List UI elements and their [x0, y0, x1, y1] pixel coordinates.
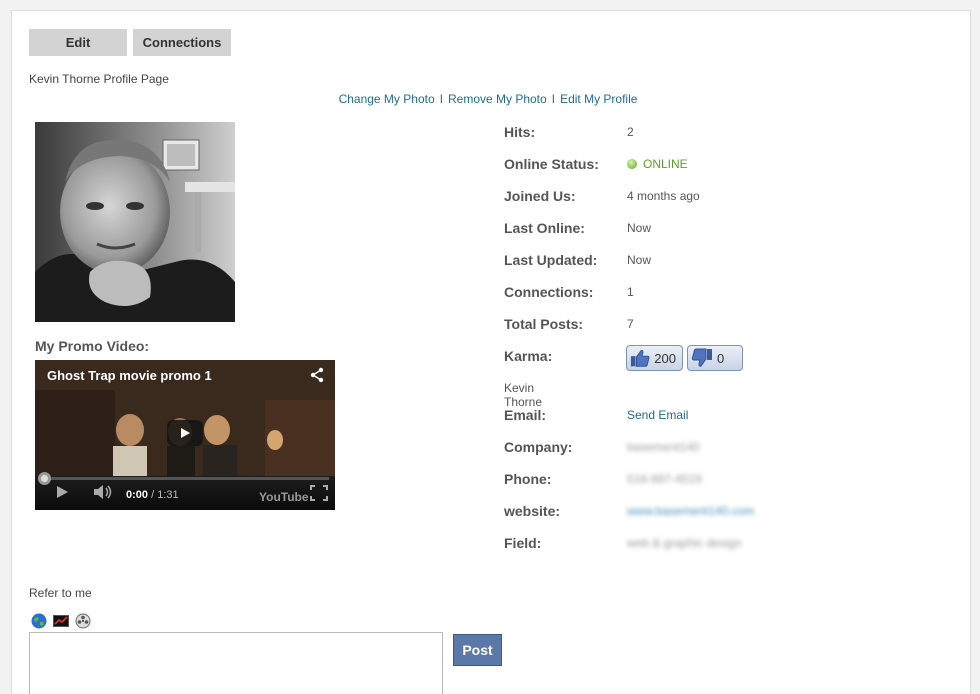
- share-icon[interactable]: [309, 367, 325, 383]
- profile-photo: [35, 122, 235, 322]
- thumbs-up-icon: [630, 349, 650, 367]
- karma-up-count: 200: [654, 350, 676, 366]
- last-updated-label: Last Updated:: [504, 252, 598, 268]
- share-icons: [31, 613, 91, 629]
- company-value: basement140: [627, 440, 700, 454]
- post-button[interactable]: Post: [453, 634, 502, 666]
- field-label: Field:: [504, 535, 542, 551]
- page-title: Kevin Thorne Profile Page: [29, 72, 169, 86]
- connections-value: 1: [627, 285, 634, 299]
- hits-value: 2: [627, 125, 634, 139]
- karma-down-count: 0: [717, 350, 725, 366]
- last-updated-value: Now: [627, 253, 652, 267]
- profile-panel: Edit Connections Kevin Thorne Profile Pa…: [11, 10, 971, 694]
- progress-knob[interactable]: [38, 472, 51, 485]
- chart-icon[interactable]: [53, 613, 69, 629]
- joined-label: Joined Us:: [504, 188, 576, 204]
- website-link[interactable]: www.basement140.com: [627, 504, 754, 518]
- promo-video-label: My Promo Video:: [35, 338, 150, 354]
- video-time: 0:00 / 1:31: [126, 489, 179, 501]
- film-reel-icon[interactable]: [75, 613, 91, 629]
- globe-icon[interactable]: [31, 613, 47, 629]
- status-text: ONLINE: [643, 157, 688, 171]
- current-time: 0:00: [126, 489, 149, 501]
- posts-value: 7: [627, 317, 634, 331]
- status-value: ONLINE: [627, 157, 688, 171]
- separator: l: [552, 92, 555, 106]
- time-separator: /: [148, 489, 158, 501]
- thumbs-down-icon: [691, 348, 712, 367]
- comment-textarea[interactable]: [29, 632, 443, 694]
- play-button[interactable]: [167, 420, 203, 446]
- edit-profile-link[interactable]: Edit My Profile: [560, 92, 637, 106]
- connections-label: Connections:: [504, 284, 594, 300]
- promo-video-player[interactable]: Ghost Trap movie promo 1 0:00 / 1:31 You…: [35, 360, 335, 510]
- field-value: web & graphic design: [627, 536, 742, 550]
- karma-label: Karma:: [504, 348, 553, 364]
- edit-tab[interactable]: Edit: [29, 29, 127, 56]
- fullscreen-icon[interactable]: [310, 485, 328, 504]
- youtube-logo[interactable]: YouTube: [259, 490, 309, 504]
- last-online-value: Now: [627, 221, 652, 235]
- thumbs-up-button[interactable]: 200: [626, 345, 683, 371]
- remove-photo-link[interactable]: Remove My Photo: [448, 92, 547, 106]
- video-title: Ghost Trap movie promo 1: [47, 368, 212, 383]
- volume-icon[interactable]: [93, 484, 113, 503]
- progress-track[interactable]: [41, 477, 329, 480]
- connections-tab[interactable]: Connections: [133, 29, 231, 56]
- posts-label: Total Posts:: [504, 316, 584, 332]
- website-label: website:: [504, 503, 561, 519]
- separator: l: [439, 92, 443, 106]
- last-online-label: Last Online:: [504, 220, 585, 236]
- photo-actions: Change My Photo l Remove My Photo l Edit…: [12, 92, 964, 106]
- profile-name: Kevin Thorne: [504, 381, 543, 409]
- online-indicator-icon: [627, 159, 637, 169]
- video-duration: 1:31: [157, 489, 179, 501]
- refer-label: Refer to me: [29, 586, 92, 600]
- phone-label: Phone:: [504, 471, 552, 487]
- status-label: Online Status:: [504, 156, 599, 172]
- change-photo-link[interactable]: Change My Photo: [339, 92, 435, 106]
- phone-value: 516-997-4519: [627, 472, 702, 486]
- email-label: Email:: [504, 407, 547, 423]
- hits-label: Hits:: [504, 124, 536, 140]
- company-label: Company:: [504, 439, 573, 455]
- thumbs-down-button[interactable]: 0: [687, 345, 743, 371]
- send-email-link[interactable]: Send Email: [627, 408, 688, 422]
- karma-buttons: 200 0: [626, 345, 743, 371]
- play-icon[interactable]: [55, 485, 69, 502]
- joined-value: 4 months ago: [627, 189, 700, 203]
